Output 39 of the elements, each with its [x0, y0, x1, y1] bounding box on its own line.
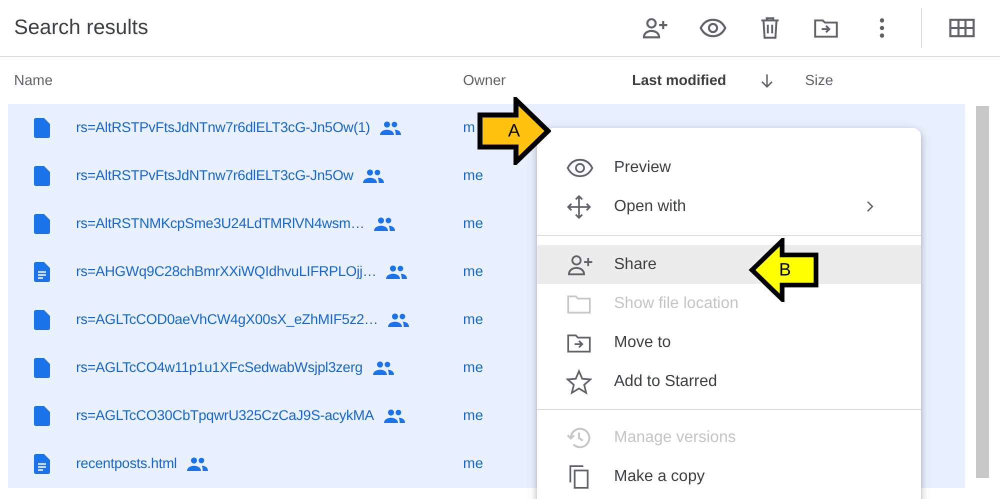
- page-title: Search results: [14, 16, 148, 40]
- column-header[interactable]: Size: [805, 72, 834, 88]
- four-arrows-icon: [566, 194, 592, 220]
- file-name[interactable]: rs=AGLTcCO4w11p1u1XFcSedwabWsjpl3zerg: [76, 360, 363, 376]
- column-header[interactable]: Last modified: [632, 72, 726, 88]
- callout-label: A: [508, 120, 520, 142]
- callout-label: B: [779, 260, 792, 280]
- owner-cell: me: [463, 264, 484, 280]
- owner-cell: me: [463, 312, 484, 328]
- document-icon: [34, 262, 50, 282]
- file-icon: [34, 310, 50, 330]
- file-icon: [34, 214, 50, 234]
- file-name[interactable]: rs=AHGWq9C28chBmrXXiWQIdhvuLIFRPLOjj…: [76, 264, 376, 280]
- owner-cell: m: [463, 120, 476, 136]
- file-icon: [34, 118, 50, 138]
- file-name[interactable]: rs=AltRSTNMKcpSme3U24LdTMRlVN4wsm…: [76, 216, 364, 232]
- owner-cell: me: [463, 408, 484, 424]
- file-icon: [34, 358, 50, 378]
- menu-item[interactable]: Preview: [537, 148, 921, 187]
- owner-cell: me: [463, 216, 484, 232]
- menu-item[interactable]: Add to Starred: [537, 362, 921, 401]
- scrollbar[interactable]: [976, 106, 989, 478]
- menu-item[interactable]: Open with: [537, 187, 921, 226]
- document-icon: [34, 454, 50, 474]
- file-name[interactable]: rs=AGLTcCOD0aeVhCW4gX00sX_eZhMIF5z2…: [76, 312, 378, 328]
- file-icon: [34, 166, 50, 186]
- file-name[interactable]: rs=AltRSTPvFtsJdNTnw7r6dlELT3cG-Jn5Ow(1): [76, 120, 370, 136]
- file-name[interactable]: rs=AltRSTPvFtsJdNTnw7r6dlELT3cG-Jn5Ow: [76, 168, 354, 184]
- menu-item[interactable]: Move to: [537, 323, 921, 362]
- column-header[interactable]: Owner: [463, 72, 506, 88]
- menu-item[interactable]: Make a copy: [537, 457, 921, 496]
- star-icon: [566, 368, 592, 394]
- owner-cell: me: [463, 360, 484, 376]
- column-header[interactable]: Name: [14, 72, 53, 88]
- owner-cell: me: [463, 456, 484, 472]
- file-icon: [34, 406, 50, 426]
- file-name[interactable]: rs=AGLTcCO30CbTpqwrU325CzCaJ9S-acykMA: [76, 408, 374, 424]
- file-name[interactable]: recentposts.html: [76, 456, 177, 472]
- owner-cell: me: [463, 168, 484, 184]
